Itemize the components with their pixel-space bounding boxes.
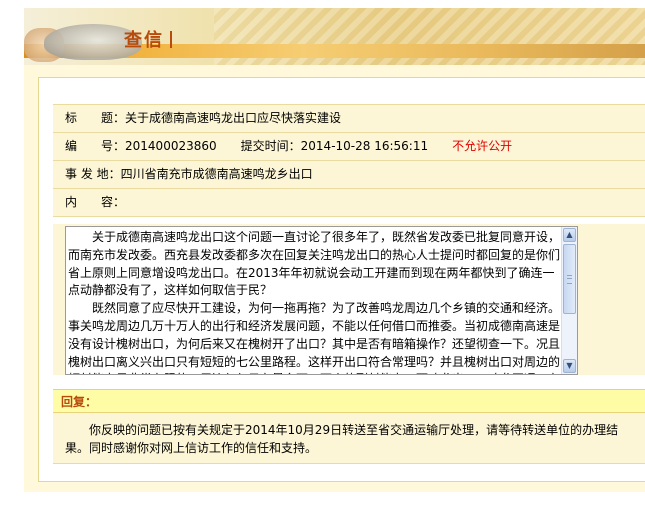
content-paragraph-2: 既然同意了应尽快开工建设，为何一拖再拖？为了改善鸣龙周边几个乡镇的交通和经济。事… xyxy=(68,301,561,374)
number-row: 编 号：201400023860 提交时间：2014-10-28 16:56:11… xyxy=(53,133,645,161)
content-area: 关于成德南高速鸣龙出口这个问题一直讨论了很多年了，既然省发改委已批复同意开设，而… xyxy=(53,224,645,375)
scroll-down-icon[interactable]: ▼ xyxy=(563,359,576,373)
page-header: 查信 xyxy=(24,8,645,65)
location-label: 事 发 地： xyxy=(65,167,121,181)
content-scrollbar[interactable]: ▲ ▼ xyxy=(561,227,577,374)
page-title-text: 查信 xyxy=(124,30,164,51)
scroll-up-icon[interactable]: ▲ xyxy=(563,228,576,242)
title-divider xyxy=(170,31,172,48)
submit-time-value: 2014-10-28 16:56:11 xyxy=(300,139,429,153)
letter-info-table: 标 题：关于成德南高速鸣龙出口应尽快落实建设 编 号：201400023860 提… xyxy=(53,104,645,217)
reply-body: 你反映的问题已按有关规定于2014年10月29日转送至省交通运输厅处理，请等待转… xyxy=(53,413,645,464)
content-text: 关于成德南高速鸣龙出口这个问题一直讨论了很多年了，既然省发改委已批复同意开设，而… xyxy=(68,229,562,374)
location-row: 事 发 地：四川省南充市成德南高速鸣龙乡出口 xyxy=(53,161,645,189)
title-label: 标 题： xyxy=(65,111,126,125)
content-paragraph-1: 关于成德南高速鸣龙出口这个问题一直讨论了很多年了，既然省发改委已批复同意开设，而… xyxy=(68,230,561,298)
number-value: 201400023860 xyxy=(125,139,217,153)
reply-heading: 回复： xyxy=(53,389,645,413)
number-label: 编 号： xyxy=(65,139,126,153)
reply-text: 你反映的问题已按有关规定于2014年10月29日转送至省交通运输厅处理，请等待转… xyxy=(65,423,619,455)
content-frame: 标 题：关于成德南高速鸣龙出口应尽快落实建设 编 号：201400023860 提… xyxy=(24,65,645,492)
visibility-status: 不允许公开 xyxy=(452,139,513,153)
content-label-row: 内 容： xyxy=(53,189,645,217)
content-textbox[interactable]: 关于成德南高速鸣龙出口这个问题一直讨论了很多年了，既然省发改委已批复同意开设，而… xyxy=(65,226,578,375)
submit-time-label: 提交时间： xyxy=(240,139,301,153)
scrollbar-thumb[interactable] xyxy=(563,244,576,314)
location-value: 四川省南充市成德南高速鸣龙乡出口 xyxy=(120,167,313,181)
content-panel: 标 题：关于成德南高速鸣龙出口应尽快落实建设 编 号：201400023860 提… xyxy=(38,77,645,482)
title-row: 标 题：关于成德南高速鸣龙出口应尽快落实建设 xyxy=(53,105,645,133)
content-label: 内 容： xyxy=(65,195,126,209)
title-value: 关于成德南高速鸣龙出口应尽快落实建设 xyxy=(125,111,342,125)
page-title: 查信 xyxy=(124,26,172,52)
grip-icon xyxy=(567,275,572,284)
